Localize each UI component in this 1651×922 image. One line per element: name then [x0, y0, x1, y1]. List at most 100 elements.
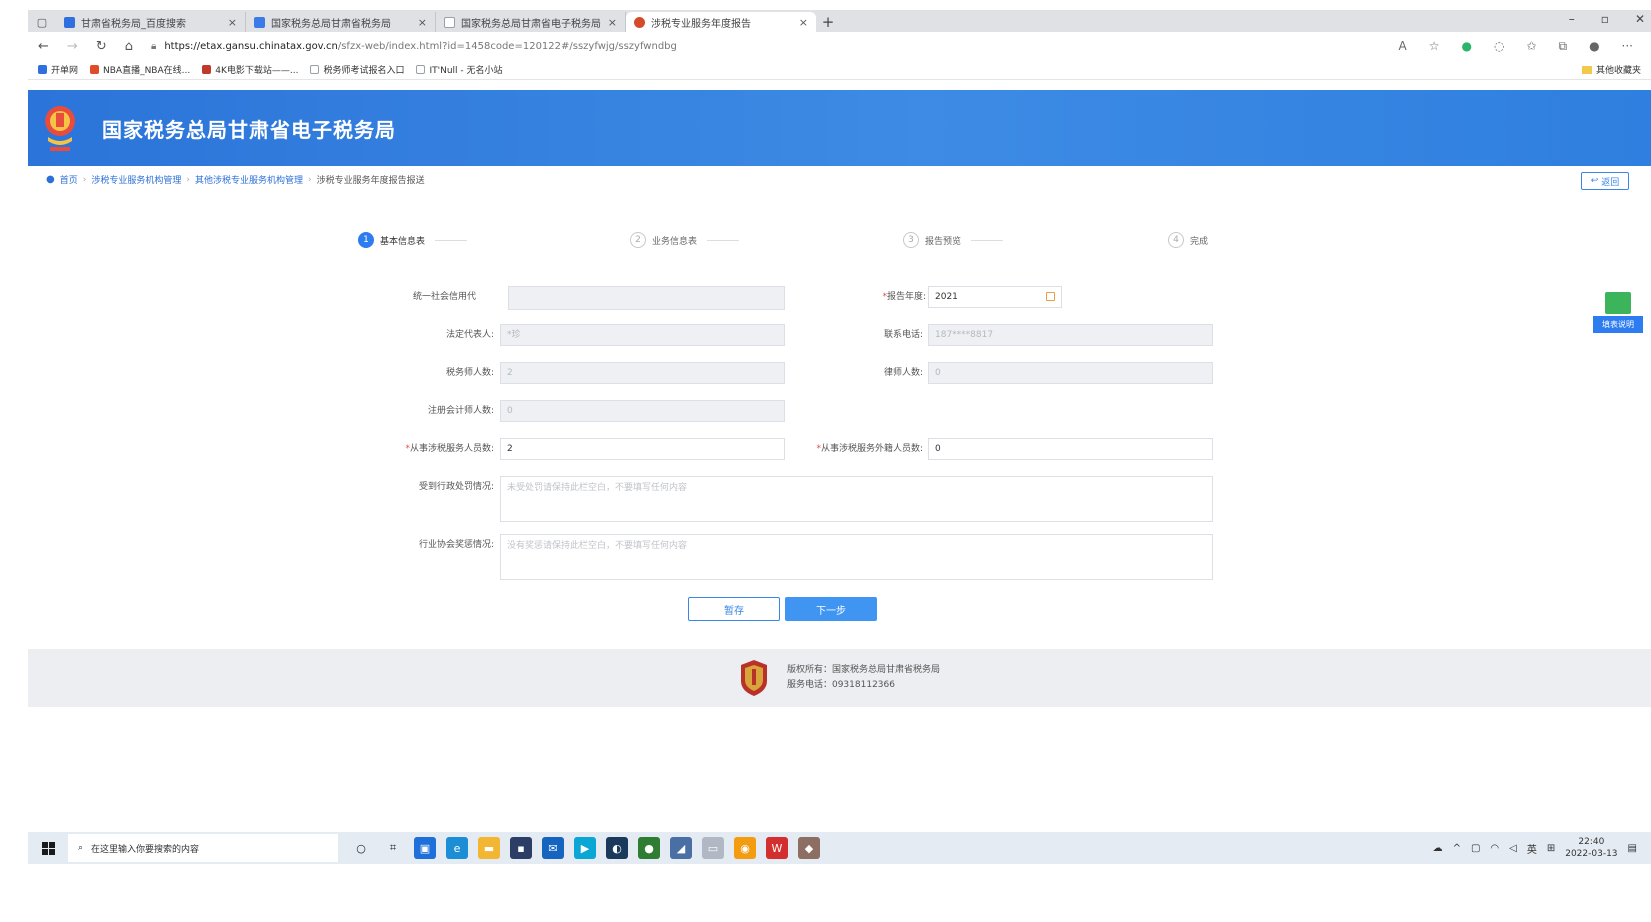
app-icon[interactable]: ◢	[670, 837, 692, 859]
browser-toolbar: A ☆ ● ◌ ✩ ⧉ ● ···	[1398, 39, 1641, 54]
url-path: /sfzx-web/index.html?id=1458code=120122#…	[337, 40, 677, 52]
bookmark-item[interactable]: 4K电影下载站——...	[202, 63, 298, 76]
volume-icon[interactable]: ◁	[1509, 843, 1517, 854]
breadcrumb-current: 涉税专业服务年度报告报送	[316, 176, 425, 186]
save-draft-button[interactable]: 暂存	[688, 597, 780, 621]
taskbar-search[interactable]: ⌕ 在这里输入你要搜索的内容	[68, 834, 338, 862]
app-icon[interactable]: ▭	[702, 837, 724, 859]
profile-icon[interactable]: ●	[1589, 39, 1599, 54]
close-window-icon[interactable]: ✕	[1635, 12, 1645, 26]
browser-tab-1[interactable]: 甘肃省税务局_百度搜索 ×	[56, 12, 246, 32]
extension-icon[interactable]: ●	[1461, 39, 1471, 54]
forward-arrow-icon[interactable]: →	[67, 39, 78, 54]
tab-title: 国家税务总局甘肃省电子税务局	[461, 18, 601, 30]
network-icon[interactable]: ☁	[1433, 843, 1443, 854]
ime-icon[interactable]: ⊞	[1547, 843, 1555, 854]
refresh-extension-icon[interactable]: ◌	[1494, 39, 1504, 54]
bookmark-label: 税务师考试报名入口	[323, 66, 405, 76]
app-icon[interactable]: ●	[638, 837, 660, 859]
report-year-value: 2021	[935, 292, 958, 302]
wechat-icon[interactable]: ◉	[734, 837, 756, 859]
refresh-icon[interactable]: ↻	[96, 39, 107, 54]
mail-icon[interactable]: ✉	[542, 837, 564, 859]
bookmark-item[interactable]: 开单网	[38, 63, 78, 76]
app-icon[interactable]: ◐	[606, 837, 628, 859]
file-explorer-icon[interactable]: ▬	[478, 837, 500, 859]
wps-icon[interactable]: W	[766, 837, 788, 859]
credit-code-field[interactable]	[508, 286, 785, 310]
tax-agent-count-field: 2	[500, 362, 785, 384]
input-language[interactable]: 英	[1527, 841, 1537, 856]
bookmark-favicon-icon	[310, 65, 320, 74]
favorites-icon[interactable]: ✩	[1526, 39, 1536, 54]
industry-reward-label: 行业协会奖惩情况:	[418, 540, 494, 550]
other-bookmarks[interactable]: 其他收藏夹	[1581, 63, 1641, 76]
minimize-icon[interactable]: –	[1569, 12, 1575, 26]
step-connector	[435, 239, 468, 241]
breadcrumb-item[interactable]: 涉税专业服务机构管理	[91, 173, 181, 186]
report-year-picker[interactable]: 2021	[928, 286, 1062, 308]
footer-copyright: 版权所有：国家税务总局甘肃省税务局	[786, 665, 940, 675]
step-label: 报告预览	[925, 236, 962, 247]
tab-close-icon[interactable]: ×	[799, 16, 808, 29]
favorites-add-icon[interactable]: ☆	[1429, 39, 1440, 54]
edge-browser-icon[interactable]: e	[446, 837, 468, 859]
bookmark-label: NBA直播_NBA在线...	[103, 66, 191, 76]
bookmark-label: 开单网	[51, 66, 79, 76]
notification-icon[interactable]: ▤	[1628, 843, 1637, 854]
store-icon[interactable]: ▣	[414, 837, 436, 859]
fill-instructions-widget[interactable]: 填表说明	[1593, 292, 1643, 333]
media-player-icon[interactable]: ▶	[574, 837, 596, 859]
step-1: 1 基本信息表	[358, 232, 468, 248]
folder-icon	[1581, 65, 1592, 74]
other-bookmarks-label: 其他收藏夹	[1595, 66, 1641, 76]
app-icon[interactable]: ▪	[510, 837, 532, 859]
windows-taskbar: ⌕ 在这里输入你要搜索的内容 ○ ⌗ ▣ e ▬ ▪ ✉ ▶ ◐ ● ◢ ▭ ◉…	[28, 832, 1651, 864]
chevron-up-icon[interactable]: ^	[1453, 843, 1461, 854]
bookmark-item[interactable]: IT'Null - 无名小站	[416, 63, 503, 76]
wifi-icon[interactable]: ◠	[1490, 843, 1499, 854]
fill-instructions-label: 填表说明	[1593, 316, 1643, 333]
app-icon[interactable]: ◆	[798, 837, 820, 859]
collections-icon[interactable]: ⧉	[1558, 39, 1567, 54]
home-icon[interactable]: ⌂	[125, 39, 133, 54]
next-step-button[interactable]: 下一步	[785, 597, 877, 621]
tab-actions-icon[interactable]: ▢	[28, 12, 56, 32]
tab-close-icon[interactable]: ×	[608, 16, 617, 29]
tab-title: 国家税务总局甘肃省税务局	[271, 18, 391, 30]
maximize-icon[interactable]: ▫	[1601, 12, 1609, 26]
bookmark-item[interactable]: 税务师考试报名入口	[310, 63, 404, 76]
bookmarks-bar: 开单网 NBA直播_NBA在线... 4K电影下载站——... 税务师考试报名入…	[28, 60, 1651, 80]
tab-close-icon[interactable]: ×	[418, 16, 427, 29]
report-year-label: *报告年度:	[796, 286, 926, 308]
display-icon[interactable]: ▢	[1471, 843, 1480, 854]
bookmark-item[interactable]: NBA直播_NBA在线...	[90, 63, 190, 76]
step-label: 基本信息表	[380, 236, 426, 247]
taskbar-clock[interactable]: 22:40 2022-03-13	[1565, 836, 1617, 860]
breadcrumb-home[interactable]: 首页	[60, 173, 78, 186]
breadcrumb-separator: ›	[308, 174, 312, 185]
bookmark-favicon-icon	[38, 65, 47, 74]
new-tab-button[interactable]: +	[816, 12, 840, 32]
step-number: 1	[358, 232, 374, 248]
widgets-icon[interactable]: ⌗	[382, 837, 404, 859]
service-staff-input[interactable]: 2	[500, 438, 785, 460]
industry-reward-textarea[interactable]: 没有奖惩请保持此栏空白，不要填写任何内容	[500, 534, 1213, 580]
read-aloud-icon[interactable]: A	[1398, 39, 1406, 54]
browser-tab-active[interactable]: 涉税专业服务年度报告 ×	[626, 12, 816, 32]
step-3: 3 报告预览	[903, 232, 1004, 248]
browser-tab-2[interactable]: 国家税务总局甘肃省税务局 ×	[246, 12, 436, 32]
window-controls: – ▫ ✕	[1569, 12, 1645, 26]
breadcrumb-item[interactable]: 其他涉税专业服务机构管理	[195, 173, 303, 186]
foreign-staff-input[interactable]: 0	[928, 438, 1213, 460]
back-button[interactable]: ↩ 返回	[1581, 172, 1629, 190]
admin-penalty-textarea[interactable]: 未受处罚请保持此栏空白，不要填写任何内容	[500, 476, 1213, 522]
browser-tab-3[interactable]: 国家税务总局甘肃省电子税务局 ×	[436, 12, 626, 32]
start-button[interactable]	[28, 841, 68, 855]
url-field[interactable]: 🔒︎ https://etax.gansu.chinatax.gov.cn/sf…	[151, 41, 1380, 52]
more-menu-icon[interactable]: ···	[1622, 39, 1633, 54]
task-view-icon[interactable]: ○	[350, 837, 372, 859]
back-arrow-icon[interactable]: ←	[38, 39, 49, 54]
breadcrumb-separator: ›	[82, 174, 87, 185]
tab-close-icon[interactable]: ×	[228, 16, 237, 29]
